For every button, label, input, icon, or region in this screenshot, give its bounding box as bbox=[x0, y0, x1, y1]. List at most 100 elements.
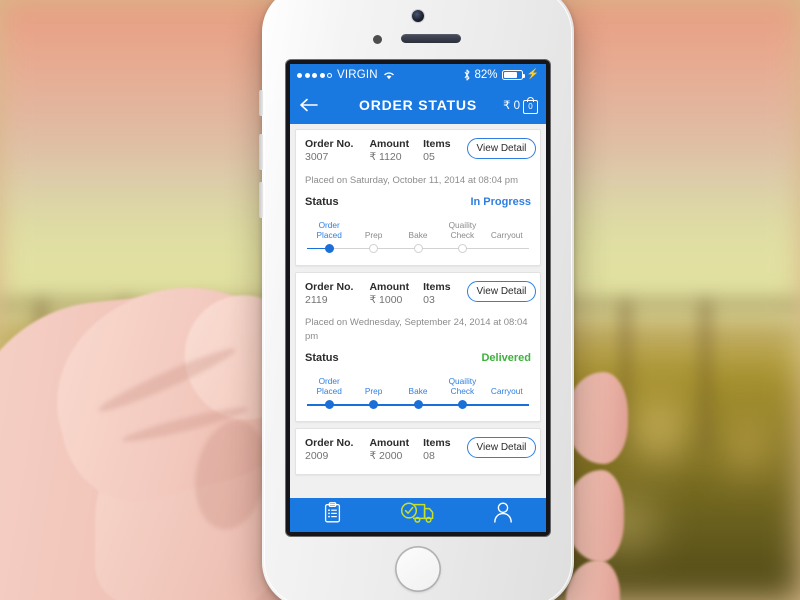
battery-icon bbox=[501, 70, 525, 80]
field-label: Items bbox=[423, 138, 451, 150]
tab-delivery-status[interactable] bbox=[375, 502, 460, 529]
shopping-bag-icon: 0 bbox=[523, 96, 538, 114]
field-value: ₹ 1120 bbox=[369, 151, 402, 164]
tracker-node bbox=[324, 400, 334, 410]
background-light bbox=[730, 420, 764, 472]
order-field-items: Items 08 bbox=[423, 437, 450, 464]
tracker-node bbox=[413, 400, 423, 410]
field-value: 2009 bbox=[305, 449, 329, 462]
smartphone-device: VIRGIN 82% ⚡ ORDER STATUS ₹ 0 0 Order No… bbox=[259, 0, 574, 600]
tracker-node-cell bbox=[307, 243, 351, 255]
field-label: Amount bbox=[369, 436, 410, 449]
finger bbox=[566, 470, 624, 562]
cart-count: 0 bbox=[523, 99, 538, 114]
mute-switch[interactable] bbox=[259, 90, 263, 116]
status-bar: VIRGIN 82% ⚡ bbox=[290, 64, 546, 86]
field-label: Items bbox=[423, 280, 451, 293]
volume-down-button[interactable] bbox=[259, 182, 263, 218]
volume-up-button[interactable] bbox=[259, 134, 263, 170]
bottom-tab-bar bbox=[290, 498, 546, 532]
signal-strength-icon bbox=[297, 72, 332, 78]
field-label: Amount bbox=[369, 280, 410, 293]
status-label: Status bbox=[305, 351, 339, 364]
phone-screen: VIRGIN 82% ⚡ ORDER STATUS ₹ 0 0 Order No… bbox=[290, 64, 546, 532]
field-label: Items bbox=[423, 436, 451, 449]
battery-percentage: 82% bbox=[474, 69, 498, 81]
tracker-node bbox=[457, 400, 467, 410]
field-label: Amount bbox=[369, 138, 410, 150]
view-detail-button[interactable]: View Detail bbox=[466, 436, 537, 458]
bluetooth-icon bbox=[463, 69, 471, 81]
tracker-node-cell bbox=[351, 243, 395, 255]
order-summary-row: Order No. 2009 Amount ₹ 2000 Items 08 View Det… bbox=[305, 436, 537, 464]
tracker-step-label: Prep bbox=[364, 229, 383, 240]
clipboard-icon bbox=[324, 502, 341, 528]
order-field-amount: Amount ₹ 2000 bbox=[369, 437, 409, 464]
order-field-items: Items 05 bbox=[423, 138, 450, 165]
tracker-node-cell bbox=[485, 399, 529, 411]
tracker-line bbox=[307, 243, 529, 255]
tracker-node bbox=[413, 244, 423, 254]
view-detail-button[interactable]: View Detail bbox=[466, 138, 537, 159]
tab-orders-list[interactable] bbox=[290, 502, 375, 528]
tracker-step-label: Order Placed bbox=[316, 375, 342, 396]
status-label: Status bbox=[305, 195, 339, 208]
tracker-node-cell bbox=[351, 399, 395, 411]
tracker-step-label: Order Placed bbox=[316, 219, 342, 240]
order-card: Order No. 2009 Amount ₹ 2000 Items 08 View Det… bbox=[295, 427, 541, 475]
order-field-items: Items 03 bbox=[423, 281, 450, 308]
field-label: Order No. bbox=[305, 138, 354, 150]
field-label: Order No. bbox=[305, 436, 354, 449]
screen-bezel: VIRGIN 82% ⚡ ORDER STATUS ₹ 0 0 Order No… bbox=[286, 60, 550, 536]
home-button[interactable] bbox=[395, 546, 441, 592]
cart-button[interactable]: ₹ 0 0 bbox=[503, 96, 538, 114]
tracker-node bbox=[369, 400, 379, 410]
back-arrow-icon[interactable] bbox=[298, 94, 320, 116]
field-value: 03 bbox=[423, 293, 435, 306]
tracker-node bbox=[324, 244, 334, 254]
order-field-amount: Amount ₹ 1120 bbox=[369, 138, 409, 165]
field-value: 2119 bbox=[305, 293, 328, 306]
delivery-truck-icon bbox=[400, 502, 436, 529]
tracker-nodes bbox=[307, 243, 529, 255]
tracker-labels: Order Placed Prep Bake Quaility Check Carryout bbox=[307, 215, 529, 241]
tracker-node-cell bbox=[396, 399, 440, 411]
app-header: ORDER STATUS ₹ 0 0 bbox=[290, 86, 546, 124]
order-field-order-no: Order No. 2119 bbox=[305, 281, 353, 308]
tracker-step-label: Carryout bbox=[490, 385, 523, 396]
tracker-step-label: Bake bbox=[408, 229, 428, 240]
order-summary-row: Order No. 2119 Amount ₹ 1000 Items 03 View Det… bbox=[305, 280, 537, 308]
status-badge: Delivered bbox=[481, 351, 531, 364]
tracker-step-label: Quaility Check bbox=[448, 375, 477, 396]
order-placed-date: Placed on Saturday, October 11, 2014 at … bbox=[305, 174, 519, 186]
order-card: Order No. 3007 Amount ₹ 1120 Items 05 View Det… bbox=[295, 129, 541, 266]
carrier-name: VIRGIN bbox=[337, 69, 378, 81]
tracker-line bbox=[307, 399, 529, 411]
field-value: ₹ 1000 bbox=[369, 293, 403, 306]
cart-amount: ₹ 0 bbox=[503, 100, 520, 112]
tracker-node-cell bbox=[440, 399, 484, 411]
tracker-step-label: Prep bbox=[364, 385, 383, 396]
tab-profile[interactable] bbox=[461, 502, 546, 528]
front-camera bbox=[412, 10, 424, 22]
tracker-node-cell bbox=[440, 243, 484, 255]
wifi-icon bbox=[383, 70, 395, 80]
order-placed-date: Placed on Wednesday, September 24, 2014 … bbox=[305, 317, 528, 343]
order-field-order-no: Order No. 3007 bbox=[305, 138, 353, 165]
person-icon bbox=[493, 502, 513, 528]
order-field-amount: Amount ₹ 1000 bbox=[369, 281, 409, 308]
view-detail-button[interactable]: View Detail bbox=[466, 280, 537, 302]
tracker-node-cell bbox=[307, 399, 351, 411]
tracker-step-label: Bake bbox=[408, 385, 428, 396]
field-value: 05 bbox=[423, 151, 435, 164]
background-post bbox=[700, 300, 711, 450]
order-status-row: Status In Progress bbox=[305, 196, 531, 208]
order-progress-tracker: Order Placed Prep Bake Quaility Check Carryout bbox=[305, 215, 531, 255]
tracker-node bbox=[369, 244, 379, 254]
proximity-sensor bbox=[373, 35, 382, 44]
status-bar-right: 82% ⚡ bbox=[463, 69, 539, 81]
order-progress-tracker: Order Placed Prep Bake Quaility Check Carryout bbox=[305, 371, 531, 411]
orders-scroll-area[interactable]: Order No. 3007 Amount ₹ 1120 Items 05 View Det… bbox=[290, 124, 546, 498]
tracker-labels: Order Placed Prep Bake Quaility Check Carryout bbox=[307, 371, 529, 397]
order-summary-row: Order No. 3007 Amount ₹ 1120 Items 05 View Det… bbox=[305, 138, 537, 165]
